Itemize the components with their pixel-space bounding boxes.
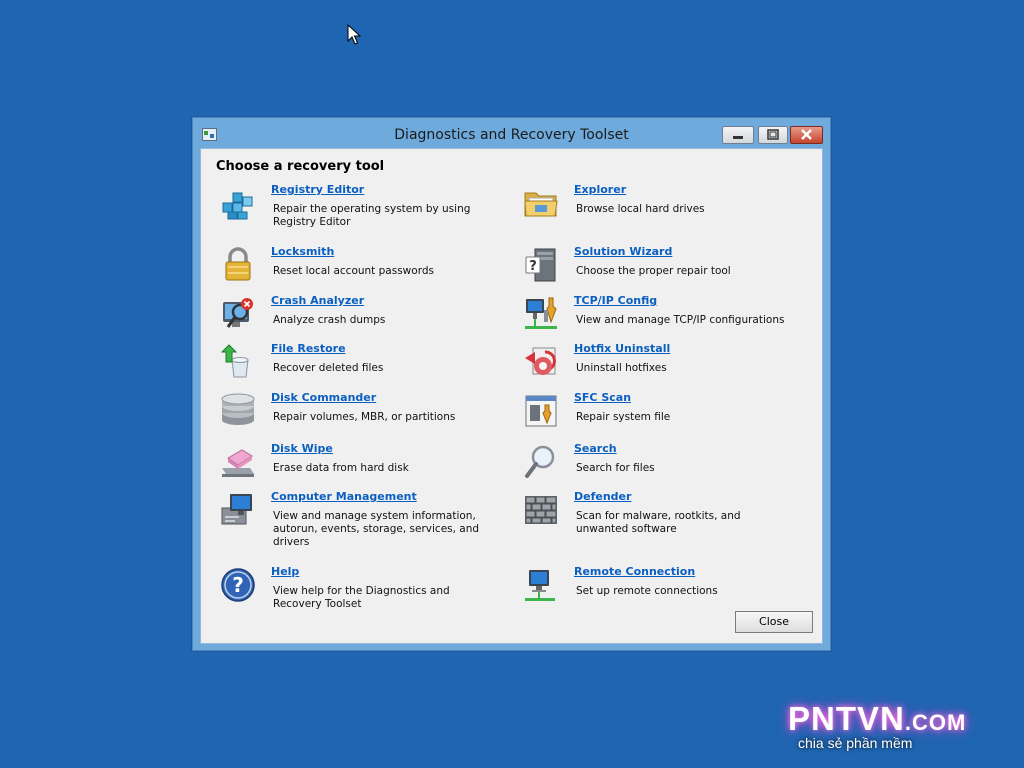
- tool-link[interactable]: Computer Management: [271, 490, 417, 503]
- watermark-brand: PNTVN.COM: [788, 700, 966, 738]
- minimize-icon: [733, 136, 743, 139]
- maximize-button[interactable]: [758, 126, 788, 144]
- computer-management-icon: [221, 494, 252, 525]
- close-button[interactable]: Close: [735, 611, 813, 633]
- tool-description: Choose the proper repair tool: [576, 265, 731, 277]
- tool-link[interactable]: Explorer: [574, 183, 626, 196]
- recovery-toolset-window: Diagnostics and Recovery Toolset Choose …: [192, 117, 831, 651]
- dialog-client-area: Choose a recovery tool Registry Editor R…: [200, 148, 823, 644]
- tool-link[interactable]: Search: [574, 442, 617, 455]
- tool-link[interactable]: Disk Commander: [271, 391, 376, 404]
- crash-analyzer-icon: [223, 298, 253, 328]
- tool-description: View and manage TCP/IP configurations: [576, 314, 785, 326]
- tool-link[interactable]: Solution Wizard: [574, 245, 672, 258]
- hotfix-icon: [525, 347, 556, 375]
- watermark-suffix: .COM: [904, 710, 967, 735]
- tool-computer-management: Computer Management View and manage syst…: [220, 490, 500, 552]
- tool-description: Set up remote connections: [576, 585, 718, 597]
- dialog-heading: Choose a recovery tool: [216, 159, 385, 174]
- folder-icon: [524, 192, 558, 217]
- tool-description: Browse local hard drives: [576, 203, 705, 215]
- remote-computer-icon: [525, 570, 555, 601]
- tool-link[interactable]: Crash Analyzer: [271, 294, 364, 307]
- tool-link[interactable]: File Restore: [271, 342, 346, 355]
- tool-link[interactable]: Disk Wipe: [271, 442, 333, 455]
- tool-link[interactable]: Locksmith: [271, 245, 334, 258]
- close-window-button[interactable]: [790, 126, 823, 144]
- watermark-logo: PNTVN.COM chia sẻ phần mềm: [788, 700, 1008, 756]
- disk-stack-icon: [221, 393, 255, 425]
- recycle-bin-icon: [220, 344, 249, 378]
- eraser-icon: [222, 449, 254, 477]
- mouse-pointer-icon: [347, 24, 361, 45]
- tool-defender: Defender Scan for malware, rootkits, and…: [523, 490, 803, 552]
- minimize-button[interactable]: [722, 126, 754, 144]
- tool-description: Uninstall hotfixes: [576, 362, 667, 374]
- help-icon: ?: [221, 568, 255, 602]
- tool-description: Erase data from hard disk: [273, 462, 409, 474]
- tool-description: Search for files: [576, 462, 655, 474]
- system-file-icon: [525, 395, 557, 427]
- restore-icon: [767, 129, 779, 140]
- tool-link[interactable]: SFC Scan: [574, 391, 631, 404]
- tool-link[interactable]: Help: [271, 565, 299, 578]
- tool-description: Reset local account passwords: [273, 265, 434, 277]
- tool-description: Scan for malware, rootkits, and unwanted…: [576, 510, 741, 535]
- tool-description: Repair the operating system by using Reg…: [273, 203, 471, 228]
- tool-description: Repair volumes, MBR, or partitions: [273, 411, 456, 423]
- tool-description: View and manage system information, auto…: [273, 510, 480, 548]
- registry-icon: [222, 192, 253, 220]
- padlock-icon: [225, 247, 251, 281]
- tool-description: Recover deleted files: [273, 362, 384, 374]
- wizard-icon: ?: [525, 248, 556, 282]
- tool-description: Repair system file: [576, 411, 671, 423]
- tool-link[interactable]: Hotfix Uninstall: [574, 342, 670, 355]
- tool-description: View help for the Diagnostics and Recove…: [273, 585, 450, 610]
- tool-help: ? Help View help for the Diagnostics and…: [220, 565, 500, 627]
- svg-text:?: ?: [232, 573, 244, 597]
- brick-wall-icon: [525, 496, 557, 524]
- tool-link[interactable]: TCP/IP Config: [574, 294, 657, 307]
- tool-explorer: Explorer Browse local hard drives: [523, 183, 803, 245]
- magnifier-icon: [525, 445, 555, 478]
- tool-link[interactable]: Registry Editor: [271, 183, 364, 196]
- network-config-icon: [525, 297, 557, 329]
- tool-registry-editor: Registry Editor Repair the operating sys…: [220, 183, 500, 245]
- watermark-tagline: chia sẻ phần mềm: [798, 735, 913, 751]
- tool-link[interactable]: Remote Connection: [574, 565, 695, 578]
- tool-link[interactable]: Defender: [574, 490, 631, 503]
- watermark-brand-text: PNTVN: [788, 700, 905, 737]
- title-bar[interactable]: Diagnostics and Recovery Toolset: [193, 118, 830, 148]
- tool-description: Analyze crash dumps: [273, 314, 386, 326]
- svg-text:?: ?: [529, 259, 537, 274]
- close-icon: [801, 129, 812, 140]
